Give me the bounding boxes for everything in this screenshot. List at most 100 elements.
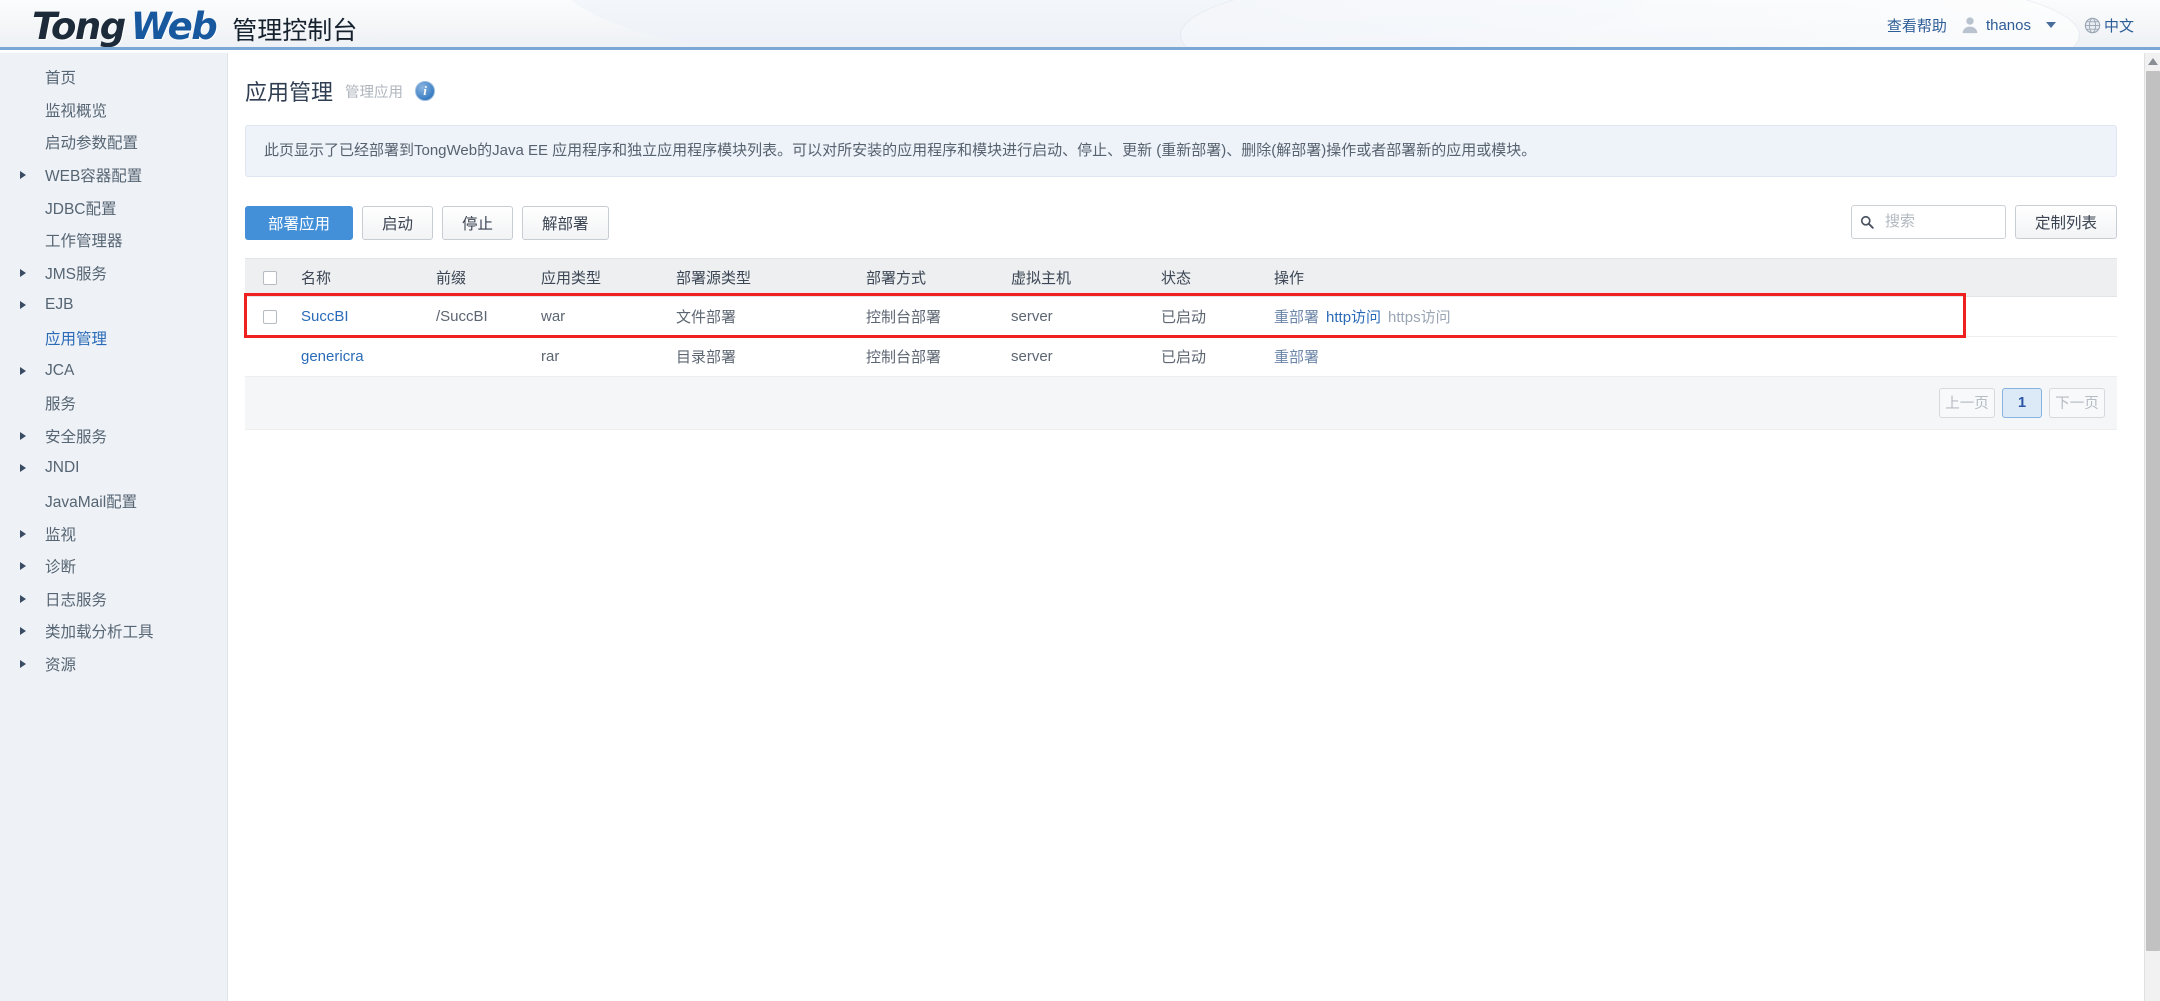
top-header-bar: TongWeb 管理控制台 查看帮助 thanos 中文: [0, 0, 2160, 50]
globe-icon: [2084, 17, 2101, 34]
table-head: 名称 前缀 应用类型 部署源类型 部署方式 虚拟主机 状态 操作: [245, 258, 2117, 296]
cell-virtual-host: server: [1005, 336, 1155, 376]
th-source-type[interactable]: 部署源类型: [670, 258, 860, 296]
prev-page-button[interactable]: 上一页: [1939, 388, 1995, 418]
redeploy-link[interactable]: 重部署: [1274, 349, 1319, 366]
cell-name[interactable]: genericra: [295, 336, 430, 376]
th-virtual-host[interactable]: 虚拟主机: [1005, 258, 1155, 296]
cell-name-text[interactable]: genericra: [301, 348, 364, 365]
sidebar-item-9[interactable]: JCA: [0, 354, 227, 387]
sidebar-item-4[interactable]: JDBC配置: [0, 191, 227, 224]
sidebar-item-label: JDBC配置: [45, 197, 116, 219]
sidebar-item-3[interactable]: WEB容器配置: [0, 159, 227, 192]
sidebar-item-2[interactable]: 启动参数配置: [0, 126, 227, 159]
cell-deploy-mode: 控制台部署: [860, 336, 1005, 376]
page-scrollbar[interactable]: [2144, 53, 2160, 1001]
sidebar-item-13[interactable]: JavaMail配置: [0, 485, 227, 518]
th-name[interactable]: 名称: [295, 258, 430, 296]
page-description-banner: 此页显示了已经部署到TongWeb的Java EE 应用程序和独立应用程序模块列…: [245, 125, 2117, 177]
scrollbar-up-arrow-icon[interactable]: [2145, 53, 2160, 70]
chevron-right-icon: [20, 627, 26, 635]
cell-source-type: 目录部署: [670, 336, 860, 376]
th-select-all: [245, 258, 295, 296]
cell-status: 已启动: [1155, 336, 1268, 376]
user-avatar-icon: [1961, 16, 1979, 34]
table-row: SuccBI/SuccBIwar文件部署控制台部署server已启动重部署htt…: [245, 296, 2117, 336]
cell-actions: 重部署 http访问 https访问: [1268, 296, 2117, 336]
http-access-link[interactable]: http访问: [1326, 309, 1381, 326]
sidebar-item-0[interactable]: 首页: [0, 61, 227, 94]
cell-prefix: [430, 336, 535, 376]
th-status[interactable]: 状态: [1155, 258, 1268, 296]
cell-source-type-text: 目录部署: [676, 349, 736, 366]
logo-subtitle: 管理控制台: [232, 11, 357, 47]
https-access-link[interactable]: https访问: [1388, 309, 1451, 326]
sidebar-item-14[interactable]: 监视: [0, 517, 227, 550]
cell-virtual-host: server: [1005, 296, 1155, 336]
sidebar-item-17[interactable]: 类加载分析工具: [0, 615, 227, 648]
table-body: SuccBI/SuccBIwar文件部署控制台部署server已启动重部署htt…: [245, 296, 2117, 376]
sidebar-item-8[interactable]: 应用管理: [0, 322, 227, 355]
select-all-checkbox[interactable]: [263, 271, 277, 285]
sidebar-item-7[interactable]: EJB: [0, 289, 227, 322]
logo-text-tong: Tong: [32, 5, 125, 48]
chevron-right-icon: [20, 562, 26, 570]
sidebar-item-16[interactable]: 日志服务: [0, 583, 227, 616]
sidebar-item-15[interactable]: 诊断: [0, 550, 227, 583]
row-checkbox[interactable]: [263, 310, 277, 324]
sidebar-item-5[interactable]: 工作管理器: [0, 224, 227, 257]
sidebar-item-11[interactable]: 安全服务: [0, 420, 227, 453]
sidebar-item-label: WEB容器配置: [45, 164, 142, 186]
chevron-down-icon: [2046, 22, 2056, 28]
sidebar-item-6[interactable]: JMS服务: [0, 257, 227, 290]
sidebar-item-label: 诊断: [45, 555, 76, 577]
search-box[interactable]: [1851, 205, 2006, 239]
start-button[interactable]: 启动: [362, 206, 433, 240]
toolbar-right-group: 定制列表: [1851, 205, 2117, 239]
sidebar-item-10[interactable]: 服务: [0, 387, 227, 420]
th-prefix[interactable]: 前缀: [430, 258, 535, 296]
search-input[interactable]: [1883, 212, 1997, 231]
th-app-type[interactable]: 应用类型: [535, 258, 670, 296]
sidebar-item-label: JCA: [45, 362, 74, 380]
undeploy-button[interactable]: 解部署: [522, 206, 609, 240]
sidebar-item-label: 监视概览: [45, 99, 107, 121]
customize-list-button[interactable]: 定制列表: [2015, 205, 2117, 239]
search-icon: [1860, 215, 1874, 229]
cell-name[interactable]: SuccBI: [295, 296, 430, 336]
sidebar-item-1[interactable]: 监视概览: [0, 94, 227, 127]
scrollbar-thumb[interactable]: [2146, 71, 2160, 951]
cell-deploy-mode-text: 控制台部署: [866, 309, 941, 326]
sidebar-item-12[interactable]: JNDI: [0, 452, 227, 485]
stop-button[interactable]: 停止: [442, 206, 513, 240]
user-menu[interactable]: thanos: [1961, 16, 2056, 34]
cell-name-text[interactable]: SuccBI: [301, 308, 349, 325]
redeploy-link[interactable]: 重部署: [1274, 309, 1319, 326]
sidebar-item-18[interactable]: 资源: [0, 648, 227, 681]
deploy-app-button[interactable]: 部署应用: [245, 206, 353, 240]
sidebar-item-label: JNDI: [45, 459, 79, 477]
cell-app-type-text: war: [541, 308, 565, 325]
cell-app-type: war: [535, 296, 670, 336]
chevron-right-icon: [20, 301, 26, 309]
language-switcher[interactable]: 中文: [2084, 15, 2134, 36]
sidebar-item-label: 资源: [45, 653, 76, 675]
info-icon[interactable]: i: [415, 81, 435, 101]
cell-actions: 重部署: [1268, 336, 2117, 376]
action-toolbar: 部署应用 启动 停止 解部署 定制列表: [245, 205, 2117, 241]
page-number-1[interactable]: 1: [2002, 388, 2042, 418]
next-page-button[interactable]: 下一页: [2049, 388, 2105, 418]
view-help-link[interactable]: 查看帮助: [1887, 15, 1947, 36]
sidebar-item-label: EJB: [45, 296, 73, 314]
header-right-controls: 查看帮助 thanos 中文: [1887, 0, 2134, 50]
sidebar-item-label: 应用管理: [45, 327, 107, 349]
sidebar-item-label: 监视: [45, 523, 76, 545]
cell-status: 已启动: [1155, 296, 1268, 336]
cell-status-text: 已启动: [1161, 309, 1206, 326]
row-select-cell: [245, 296, 295, 336]
th-deploy-mode[interactable]: 部署方式: [860, 258, 1005, 296]
applications-table: 名称 前缀 应用类型 部署源类型 部署方式 虚拟主机 状态 操作 SuccBI/…: [245, 258, 2117, 377]
cell-deploy-mode-text: 控制台部署: [866, 349, 941, 366]
table-header-row: 名称 前缀 应用类型 部署源类型 部署方式 虚拟主机 状态 操作: [245, 258, 2117, 296]
sidebar-item-label: JavaMail配置: [45, 490, 137, 512]
